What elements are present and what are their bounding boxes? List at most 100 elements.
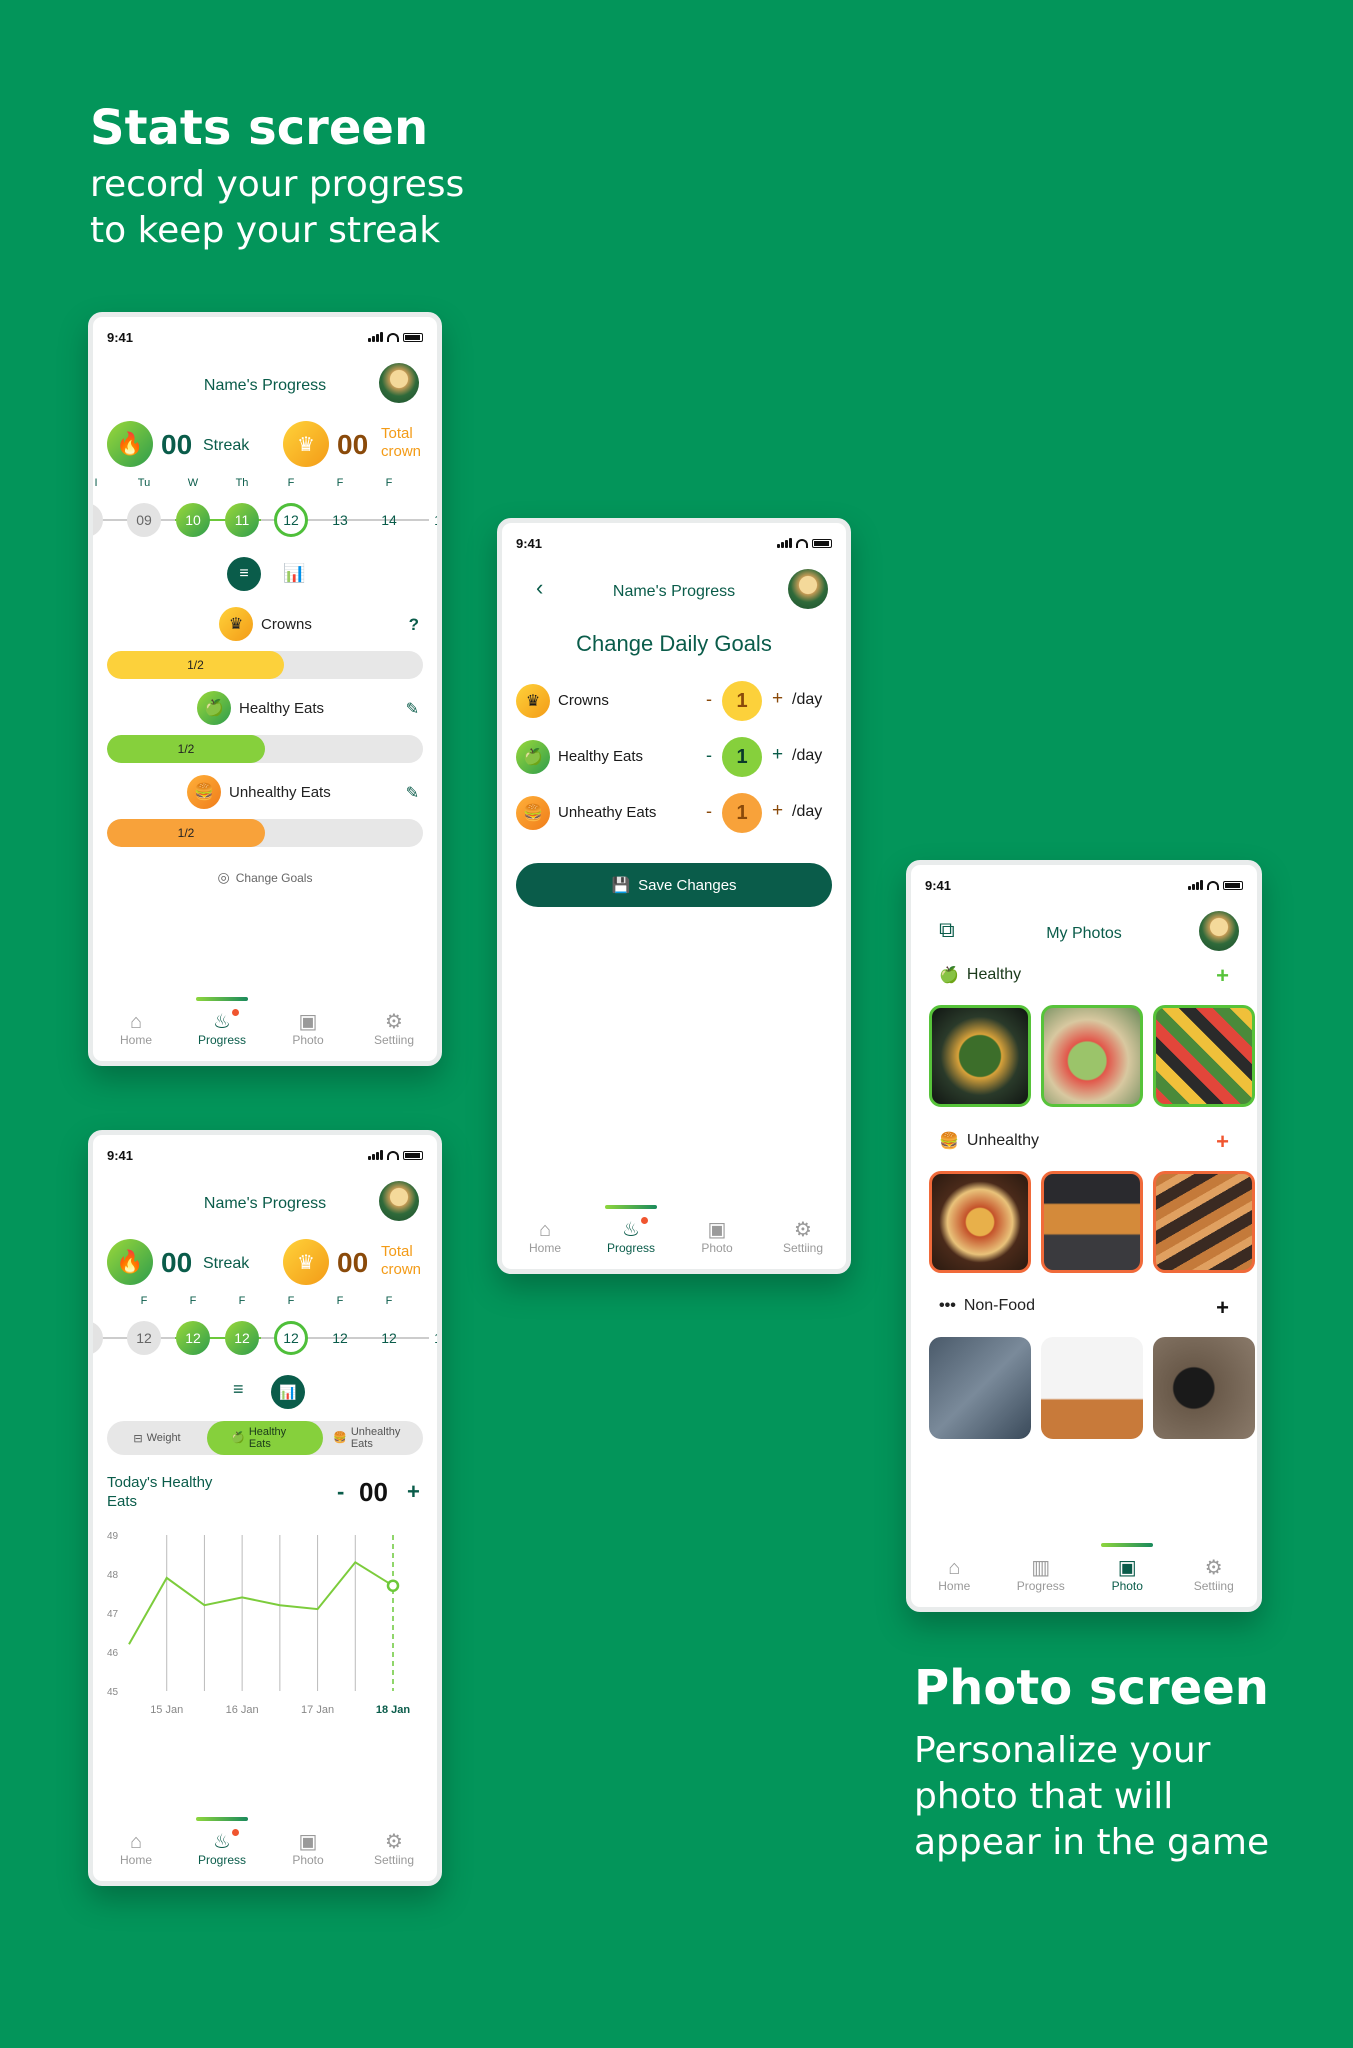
day-letter: F xyxy=(189,1295,197,1307)
day-cell[interactable]: 12 xyxy=(323,1321,357,1355)
unhealthy-photo-pancakes[interactable] xyxy=(1041,1171,1143,1273)
day-cell[interactable]: 1 xyxy=(421,1321,437,1355)
tab-home[interactable]: ⌂ Home xyxy=(919,1557,989,1593)
chart-view-icon[interactable]: 📊 xyxy=(283,563,305,584)
increment-button[interactable]: + xyxy=(772,800,783,822)
segment-healthy-eats[interactable]: 🍏 Healthy Eats xyxy=(207,1421,323,1455)
status-time: 9:41 xyxy=(925,877,952,893)
day-cell[interactable]: 13 xyxy=(323,503,357,537)
day-cell[interactable]: ? xyxy=(93,1321,103,1355)
tab-settings[interactable]: ⚙ Settiing xyxy=(359,1831,429,1867)
day-cell[interactable]: 12 xyxy=(127,1321,161,1355)
change-goals-link[interactable]: ◎ Change Goals xyxy=(93,869,437,886)
nonfood-photo-yoga[interactable] xyxy=(929,1337,1031,1439)
tab-photo[interactable]: ▣ Photo xyxy=(273,1831,343,1867)
x-tick-label: 15 Jan xyxy=(150,1704,183,1716)
increment-button[interactable]: + xyxy=(407,1479,420,1505)
add-healthy-photo-button[interactable]: + xyxy=(1216,963,1229,989)
increment-button[interactable]: + xyxy=(772,688,783,710)
tab-label: Settiing xyxy=(782,1241,824,1255)
avatar[interactable] xyxy=(379,1181,419,1221)
healthy-photo-bowl[interactable] xyxy=(1041,1005,1143,1107)
tab-settings[interactable]: ⚙ Settiing xyxy=(359,1011,429,1047)
healthy-photo-salad[interactable] xyxy=(929,1005,1031,1107)
day-cell[interactable]: 11 xyxy=(225,503,259,537)
battery-icon xyxy=(403,332,423,342)
list-view-icon[interactable]: ≡ xyxy=(233,1379,244,1400)
tab-settings[interactable]: ⚙ Settiing xyxy=(768,1219,838,1255)
streak-flame-icon: 🔥 xyxy=(107,1239,153,1285)
day-cell[interactable]: 10 xyxy=(176,503,210,537)
crown-label-1: Total xyxy=(381,425,413,442)
decrement-button[interactable]: - xyxy=(337,1479,344,1505)
day-cell[interactable]: 14 xyxy=(372,503,406,537)
tab-progress[interactable]: ♨ Progress xyxy=(187,1817,257,1867)
signal-icon xyxy=(368,332,383,342)
day-cell[interactable]: 09 xyxy=(127,503,161,537)
photo-screen-title: Photo screen xyxy=(914,1660,1269,1716)
edit-icon[interactable]: ✎ xyxy=(406,699,419,719)
tab-home[interactable]: ⌂ Home xyxy=(101,1011,171,1047)
tab-progress[interactable]: ♨ Progress xyxy=(596,1205,666,1255)
unhealthy-photo-pizza[interactable] xyxy=(929,1171,1031,1273)
tab-photo[interactable]: ▣ Photo xyxy=(682,1219,752,1255)
day-cell[interactable]: 12 xyxy=(372,1321,406,1355)
avatar[interactable] xyxy=(379,363,419,403)
save-changes-button[interactable]: 💾 Save Changes xyxy=(516,863,832,907)
day-letter: F xyxy=(287,1295,295,1307)
day-letter: F xyxy=(287,477,295,489)
tab-progress[interactable]: ♨ Progress xyxy=(187,997,257,1047)
tab-home[interactable]: ⌂ Home xyxy=(510,1219,580,1255)
home-icon: ⌂ xyxy=(538,1219,552,1241)
flame-icon: ♨ xyxy=(213,1831,231,1853)
y-tick-label: 45 xyxy=(107,1687,119,1698)
tab-photo[interactable]: ▣ Photo xyxy=(1092,1543,1162,1593)
segment-weight[interactable]: ⊟ Weight xyxy=(107,1432,207,1445)
unhealthy-photo-skewers[interactable] xyxy=(1153,1171,1255,1273)
list-view-toggle[interactable]: ≡ xyxy=(227,557,261,591)
flame-icon: ♨ xyxy=(622,1219,640,1241)
day-cell[interactable]: 8 xyxy=(93,503,103,537)
tab-progress[interactable]: ▥ Progress xyxy=(1006,1557,1076,1593)
apple-icon: 🍏 xyxy=(516,740,550,774)
day-cell[interactable]: 12 xyxy=(225,1321,259,1355)
decrement-button[interactable]: - xyxy=(706,745,712,766)
status-bar: 9:41 xyxy=(107,327,423,347)
goal-label: Healthy Eats xyxy=(239,699,325,717)
goal-value: 1 xyxy=(722,793,762,833)
tab-settings[interactable]: ⚙ Settiing xyxy=(1179,1557,1249,1593)
day-cell[interactable]: 12 xyxy=(176,1321,210,1355)
tab-photo[interactable]: ▣ Photo xyxy=(273,1011,343,1047)
day-cell-today[interactable]: 12 xyxy=(274,503,308,537)
chart-view-toggle[interactable]: 📊 xyxy=(271,1375,305,1409)
tab-bar: ⌂ Home ♨ Progress ▣ Photo ⚙ Settiing xyxy=(93,997,437,1061)
unit-label: /day xyxy=(792,803,823,820)
day-cell-today[interactable]: 12 xyxy=(274,1321,308,1355)
increment-button[interactable]: + xyxy=(772,744,783,766)
avatar[interactable] xyxy=(1199,911,1239,951)
nonfood-photo-workout[interactable] xyxy=(1041,1337,1143,1439)
day-cell[interactable]: 1 xyxy=(421,503,437,537)
help-icon[interactable]: ? xyxy=(409,615,419,635)
add-nonfood-photo-button[interactable]: + xyxy=(1216,1295,1229,1321)
goal-label: Crowns xyxy=(558,692,609,709)
crown-icon: ♛ xyxy=(516,684,550,718)
tab-label: Settiing xyxy=(1193,1579,1234,1593)
wifi-icon xyxy=(1207,880,1219,890)
tab-bar: ⌂ Home ♨ Progress ▣ Photo ⚙ Settiing xyxy=(502,1205,846,1269)
healthy-photo-tray[interactable] xyxy=(1153,1005,1255,1107)
status-bar: 9:41 xyxy=(107,1145,423,1165)
segment-unhealthy-eats[interactable]: 🍔 Unhealthy Eats xyxy=(323,1426,423,1450)
tab-label: Home xyxy=(119,1853,152,1867)
decrement-button[interactable]: - xyxy=(706,801,712,822)
photo-icon: ▣ xyxy=(298,1011,318,1033)
edit-icon[interactable]: ✎ xyxy=(406,783,419,803)
add-unhealthy-photo-button[interactable]: + xyxy=(1216,1129,1229,1155)
nonfood-photo-dumbbells[interactable] xyxy=(1153,1337,1255,1439)
tab-home[interactable]: ⌂ Home xyxy=(101,1831,171,1867)
avatar[interactable] xyxy=(788,569,828,609)
wifi-icon xyxy=(796,538,808,548)
current-point-marker xyxy=(386,1579,400,1592)
save-label: Save Changes xyxy=(638,876,737,894)
decrement-button[interactable]: - xyxy=(706,689,712,710)
